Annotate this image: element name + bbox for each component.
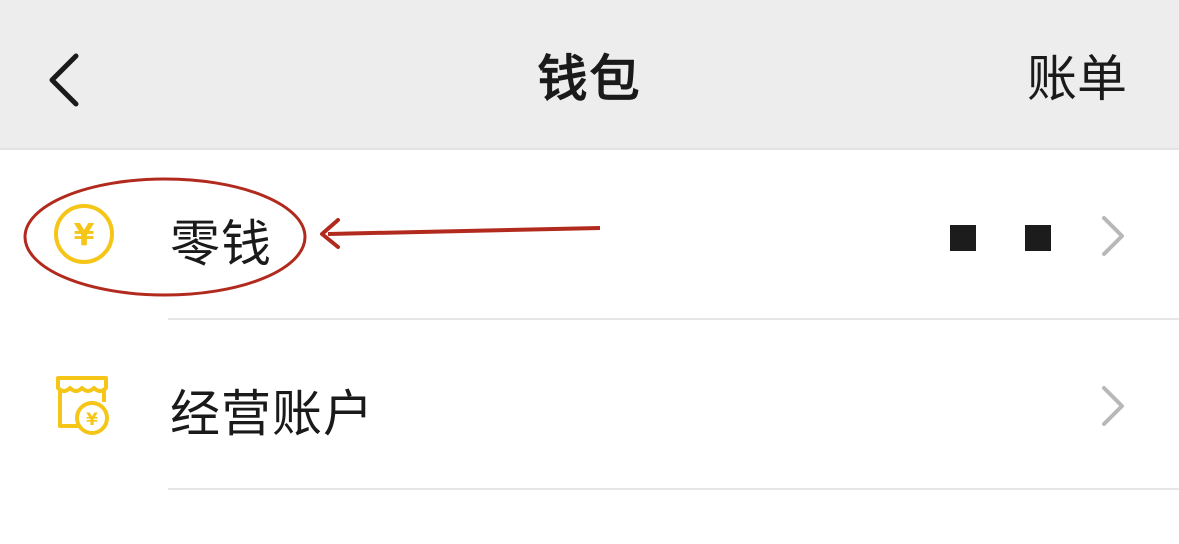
nav-bar: 钱包 账单	[0, 0, 1179, 150]
wallet-page: 钱包 账单 ¥ 零钱 ¥ 经营账户	[0, 0, 1179, 544]
row-label-business-account: 经营账户	[170, 385, 374, 443]
redaction-block	[1025, 225, 1051, 251]
row-divider	[168, 488, 1179, 490]
wallet-list: ¥ 零钱 ¥ 经营账户	[0, 150, 1179, 490]
store-yuan-icon: ¥	[56, 376, 109, 435]
chevron-right-icon	[1102, 216, 1124, 256]
bill-button[interactable]: 账单	[1027, 0, 1127, 148]
svg-text:¥: ¥	[86, 410, 98, 430]
chevron-right-icon	[1102, 386, 1124, 426]
row-label-change: 零钱	[170, 215, 272, 273]
page-title: 钱包	[537, 50, 642, 108]
svg-text:¥: ¥	[74, 218, 95, 253]
yuan-coin-icon: ¥	[54, 204, 114, 264]
back-button[interactable]	[36, 44, 96, 116]
list-item-change[interactable]: ¥ 零钱	[0, 150, 1179, 320]
redaction-block	[950, 225, 976, 251]
chevron-left-icon	[49, 53, 79, 107]
list-item-business-account[interactable]: ¥ 经营账户	[0, 320, 1179, 490]
